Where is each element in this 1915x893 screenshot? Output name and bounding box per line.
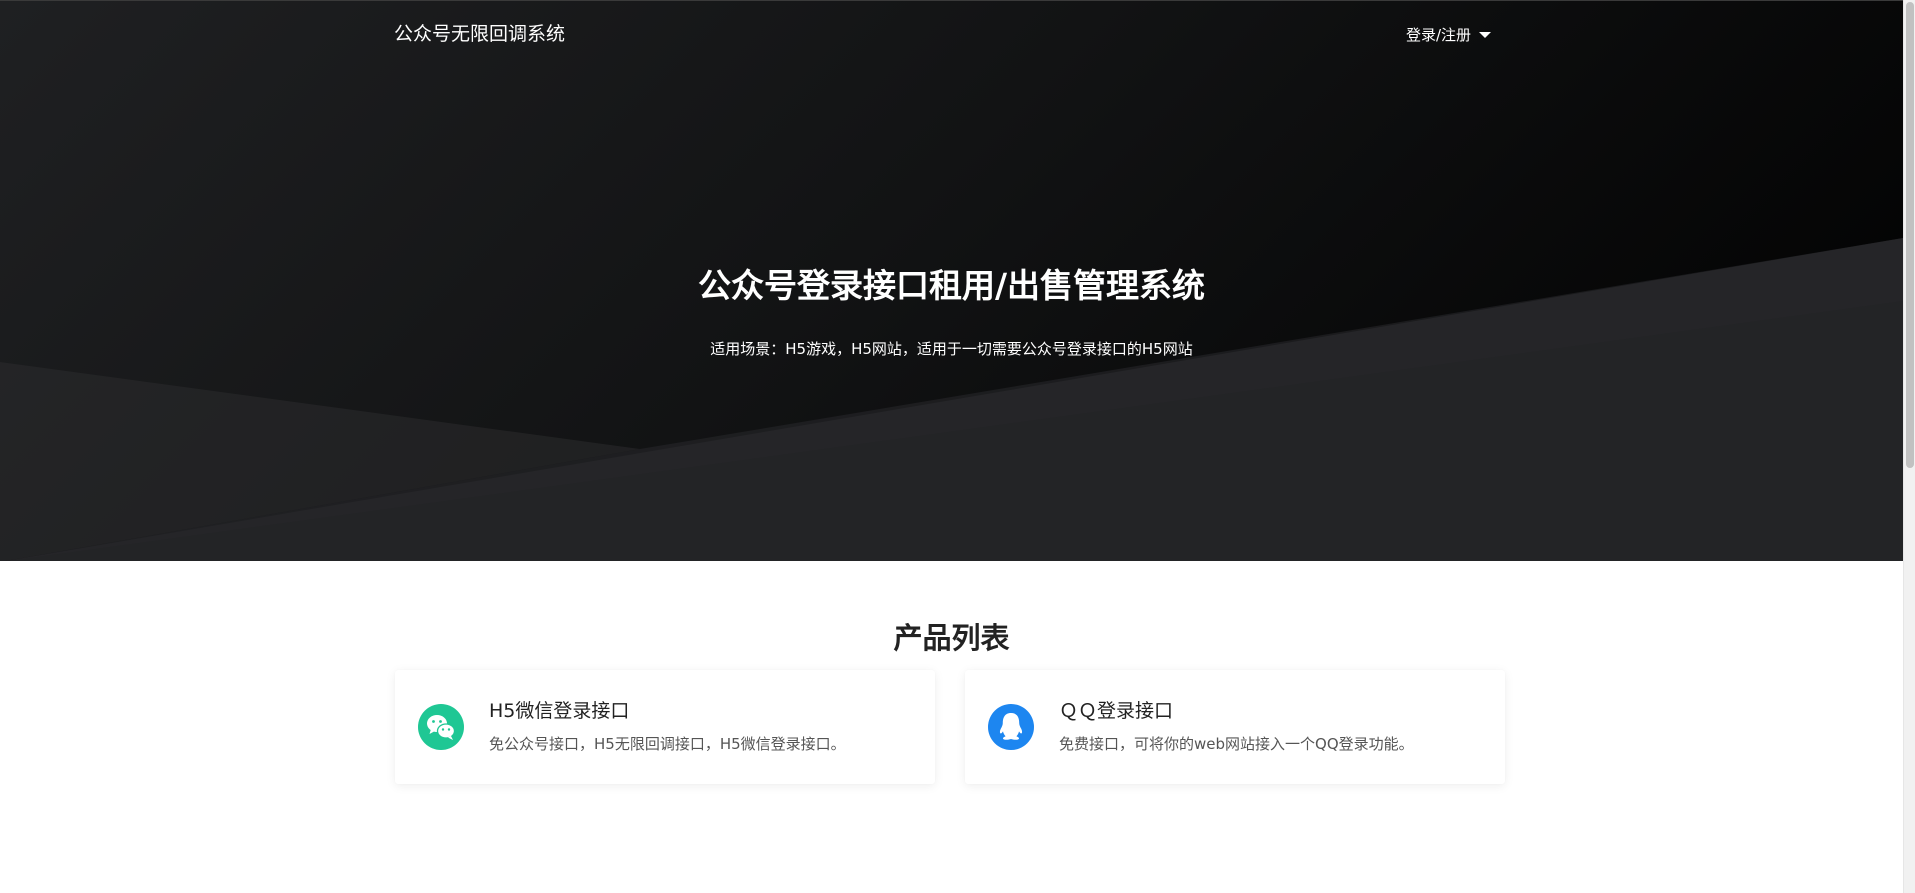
hero-title-part-bold: 接口: [862, 266, 929, 306]
hero-title-part: 租: [928, 266, 962, 306]
caret-down-icon: [1479, 32, 1492, 38]
product-title: H5微信登录接口: [489, 700, 630, 722]
vertical-scrollbar[interactable]: [1903, 0, 1915, 893]
wechat-icon: [418, 704, 464, 750]
product-card-qq-login[interactable]: ＱＱ登录接口 免费接口，可将你的web网站接入一个QQ登录功能。: [965, 670, 1505, 784]
product-list-heading: 产品列表: [893, 621, 1010, 656]
brand-logo-text[interactable]: 公众号无限回调系统: [394, 22, 565, 46]
hero-title-part: 公众号登录: [697, 266, 863, 306]
product-description: 免费接口，可将你的web网站接入一个QQ登录功能。: [1059, 735, 1414, 753]
hero-subtitle: 适用场景：H5游戏，H5网站，适用于一切需要公众号登录接口的H5网站: [710, 340, 1193, 358]
product-card-wechat-login[interactable]: H5微信登录接口 免公众号接口，H5无限回调接口，H5微信登录接口。: [395, 670, 935, 784]
hero-banner: 公众号无限回调系统 登录/注册 公众号登录接口租用/出售管理系统 适用场景：H5…: [0, 0, 1903, 561]
hero-title: 公众号登录接口租用/出售管理系统: [0, 264, 1903, 308]
qq-icon: [988, 704, 1034, 750]
product-description: 免公众号接口，H5无限回调接口，H5微信登录接口。: [489, 735, 846, 753]
login-register-label: 登录/注册: [1406, 26, 1472, 44]
product-title: ＱＱ登录接口: [1059, 700, 1174, 722]
hero-title-part: /出售管理系统: [994, 266, 1206, 306]
hero-title-part-bold: 用: [961, 266, 995, 306]
page: 公众号无限回调系统 登录/注册 公众号登录接口租用/出售管理系统 适用场景：H5…: [0, 0, 1915, 893]
login-register-dropdown[interactable]: 登录/注册: [1406, 25, 1492, 45]
top-navbar: 公众号无限回调系统 登录/注册: [0, 1, 1903, 69]
scrollbar-thumb[interactable]: [1906, 2, 1914, 468]
